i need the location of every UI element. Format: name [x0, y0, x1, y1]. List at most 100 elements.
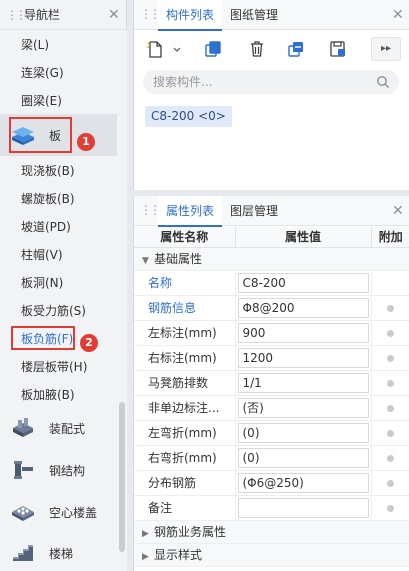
nav-category-stairs-label: 楼梯 [49, 546, 74, 561]
nav-item-coupling-beam[interactable]: 连梁(G) [0, 59, 117, 87]
nav-category-hollow-floor[interactable]: 空心楼盖 [0, 491, 117, 533]
property-name: 马凳筋排数 [134, 370, 236, 396]
property-value-input[interactable]: (Φ6@250) [237, 472, 369, 493]
layer-copy-icon [288, 42, 303, 57]
property-value-input[interactable] [237, 497, 369, 518]
new-document-icon [147, 41, 181, 58]
property-name: 左标注(mm) [134, 320, 236, 346]
nav-scrollbar-thumb[interactable] [119, 402, 125, 552]
expand-caret-icon[interactable]: ▶ [142, 552, 154, 562]
property-list-panel: ⋮⋮ 属性列表 图层管理 ✕ 属性名称 属性值 附加 ▼ 基础属性 名称 C8-2 [133, 196, 409, 571]
expand-caret-icon[interactable]: ▶ [142, 529, 154, 539]
table-row: 备注 [134, 495, 409, 521]
save-component-button[interactable] [325, 37, 351, 61]
delete-button[interactable] [244, 37, 270, 61]
prefab-icon [13, 418, 33, 437]
nav-category-stairs[interactable]: 楼梯 [0, 532, 117, 571]
more-button[interactable]: ▸▸ [371, 37, 401, 61]
nav-item-ring-beam[interactable]: 圈梁(E) [0, 87, 117, 115]
nav-item-cast-slab[interactable]: 现浇板(B) [0, 157, 117, 185]
column-header-addon: 附加 [371, 227, 409, 248]
addon-checkbox[interactable] [387, 429, 395, 437]
copy-button[interactable] [200, 37, 226, 61]
table-row: 右标注(mm) 1200 [134, 345, 409, 371]
nav-item-slab-rebar[interactable]: 板受力筋(S) [0, 297, 117, 325]
new-component-button[interactable] [144, 37, 184, 61]
addon-checkbox[interactable] [387, 504, 395, 512]
component-list-panel: ⋮⋮ 构件列表 图纸管理 ✕ ▸▸ 搜索构件... C8-200 <0> [133, 0, 409, 190]
double-chevron-right-icon: ▸▸ [380, 43, 392, 54]
table-row: 左弯折(mm) (0) [134, 420, 409, 446]
property-name: 钢筋信息 [134, 295, 236, 321]
component-search-input[interactable]: 搜索构件... [143, 70, 399, 94]
addon-checkbox[interactable] [387, 454, 395, 462]
property-value-input[interactable]: C8-200 [237, 272, 369, 293]
nav-item-slab-haunch[interactable]: 板加腋(B) [0, 381, 117, 409]
navigation-panel: ⋮⋮ 导航栏 ✕ 梁(L) 连梁(G) 圈梁(E) 板 1 现浇板(B) 螺旋板… [0, 0, 127, 571]
nav-item-ramp[interactable]: 坡道(PD) [0, 213, 117, 241]
trash-icon [251, 41, 263, 57]
addon-checkbox[interactable] [387, 354, 395, 362]
addon-checkbox[interactable] [387, 379, 395, 387]
column-header-value: 属性值 [235, 227, 372, 248]
nav-category-prefab[interactable]: 装配式 [0, 407, 117, 449]
tab-layer-management[interactable]: 图层管理 [222, 196, 286, 226]
property-tabbar: ⋮⋮ 属性列表 图层管理 [134, 196, 409, 227]
annotation-badge-1: 1 [77, 133, 95, 151]
tab-drawing-management[interactable]: 图纸管理 [222, 0, 286, 30]
nav-category-hollow-floor-label: 空心楼盖 [49, 505, 98, 520]
addon-checkbox[interactable] [387, 329, 395, 337]
property-value-input[interactable]: (0) [237, 447, 369, 468]
nav-category-steel[interactable]: 钢结构 [0, 449, 117, 491]
search-placeholder: 搜索构件... [153, 75, 213, 89]
close-icon[interactable]: ✕ [392, 8, 404, 22]
table-row: 名称 C8-200 [134, 270, 409, 296]
close-icon[interactable]: ✕ [392, 204, 404, 218]
property-value-input[interactable]: (否) [237, 397, 369, 418]
property-name: 右标注(mm) [134, 345, 236, 371]
component-item-c8-200[interactable]: C8-200 <0> [145, 106, 232, 127]
group-row-rebar-business[interactable]: ▶ 钢筋业务属性 [134, 520, 409, 544]
tab-component-list[interactable]: 构件列表 [158, 0, 223, 31]
table-row: 马凳筋排数 1/1 [134, 370, 409, 396]
annotation-badge-2: 2 [80, 334, 98, 352]
search-icon[interactable] [376, 75, 390, 89]
stairs-icon [13, 545, 33, 561]
property-value-input[interactable]: 1/1 [237, 372, 369, 393]
group-row-basic[interactable]: ▼ 基础属性 [134, 247, 409, 271]
close-icon[interactable]: ✕ [108, 8, 120, 22]
property-name: 左弯折(mm) [134, 420, 236, 446]
collapse-caret-icon[interactable]: ▼ [142, 256, 154, 266]
table-row: 非单边标注... (否) [134, 395, 409, 421]
table-row: 钢筋信息 Φ8@200 [134, 295, 409, 321]
property-name: 分布钢筋 [134, 470, 236, 496]
drag-handle-icon[interactable]: ⋮⋮ [140, 204, 161, 216]
hollow-floor-icon [12, 506, 34, 521]
drag-handle-icon[interactable]: ⋮⋮ [6, 9, 27, 21]
addon-checkbox[interactable] [387, 304, 395, 312]
addon-checkbox[interactable] [387, 404, 395, 412]
group-row-display-style[interactable]: ▶ 显示样式 [134, 543, 409, 567]
nav-item-column-cap[interactable]: 柱帽(V) [0, 241, 117, 269]
addon-cell [371, 270, 409, 296]
nav-item-slab-hole[interactable]: 板洞(N) [0, 269, 117, 297]
copy-icon [205, 41, 221, 57]
table-row: 分布钢筋 (Φ6@250) [134, 470, 409, 496]
property-value-input[interactable]: (0) [237, 422, 369, 443]
property-value-input[interactable]: 1200 [237, 347, 369, 368]
group-label-display-style: 显示样式 [154, 548, 203, 562]
annotation-box-1 [9, 117, 72, 153]
property-value-input[interactable]: 900 [237, 322, 369, 343]
property-value-input[interactable]: Φ8@200 [237, 297, 369, 318]
nav-item-beam[interactable]: 梁(L) [0, 31, 117, 59]
addon-checkbox[interactable] [387, 479, 395, 487]
save-icon [330, 41, 345, 57]
tab-property-list[interactable]: 属性列表 [158, 196, 223, 227]
nav-item-spiral-slab[interactable]: 螺旋板(B) [0, 185, 117, 213]
nav-item-floor-strip[interactable]: 楼层板带(H) [0, 353, 117, 381]
component-tabbar: ⋮⋮ 构件列表 图纸管理 [134, 0, 409, 31]
layer-copy-button[interactable] [283, 37, 309, 61]
nav-title: 导航栏 [24, 8, 61, 22]
nav-category-steel-label: 钢结构 [49, 463, 86, 478]
drag-handle-icon[interactable]: ⋮⋮ [140, 8, 161, 20]
